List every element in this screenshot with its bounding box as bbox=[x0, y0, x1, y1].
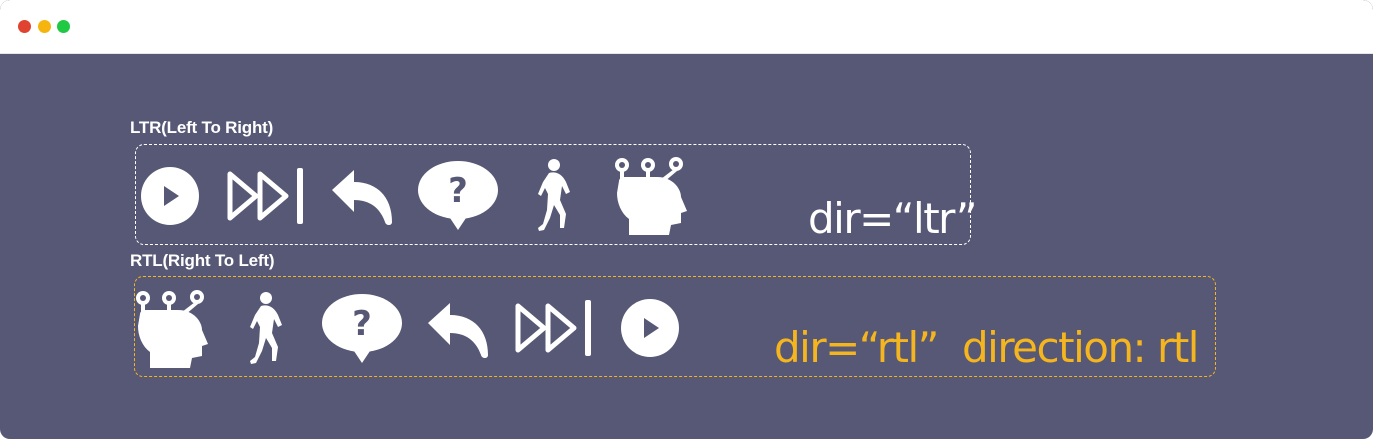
runner-icon bbox=[250, 292, 282, 364]
head-nodes-icon bbox=[136, 290, 208, 368]
rtl-direction-code: direction: rtl bbox=[962, 323, 1199, 372]
help-bubble-icon: ? bbox=[322, 294, 402, 363]
skip-forward-icon bbox=[227, 168, 303, 224]
play-icon bbox=[141, 167, 199, 225]
runner-icon bbox=[538, 159, 570, 231]
svg-text:?: ? bbox=[352, 304, 372, 344]
head-nodes-icon bbox=[615, 157, 687, 235]
close-window-button[interactable] bbox=[18, 20, 31, 33]
ltr-code: dir=“ltr” bbox=[808, 194, 977, 243]
svg-text:?: ? bbox=[448, 171, 468, 211]
ltr-label: LTR(Left To Right) bbox=[130, 118, 274, 137]
rtl-dir-code: dir=“rtl” bbox=[774, 323, 939, 372]
help-bubble-icon: ? bbox=[418, 161, 498, 230]
rtl-label: RTL(Right To Left) bbox=[130, 251, 275, 270]
browser-window: LTR(Left To Right) ? dir=“ltr” RTL(Right… bbox=[0, 0, 1373, 439]
play-icon bbox=[621, 299, 679, 357]
title-bar bbox=[0, 0, 1373, 54]
reply-icon bbox=[332, 170, 392, 225]
maximize-window-button[interactable] bbox=[57, 20, 70, 33]
reply-icon bbox=[428, 303, 488, 358]
minimize-window-button[interactable] bbox=[38, 20, 51, 33]
skip-forward-icon bbox=[515, 300, 591, 356]
